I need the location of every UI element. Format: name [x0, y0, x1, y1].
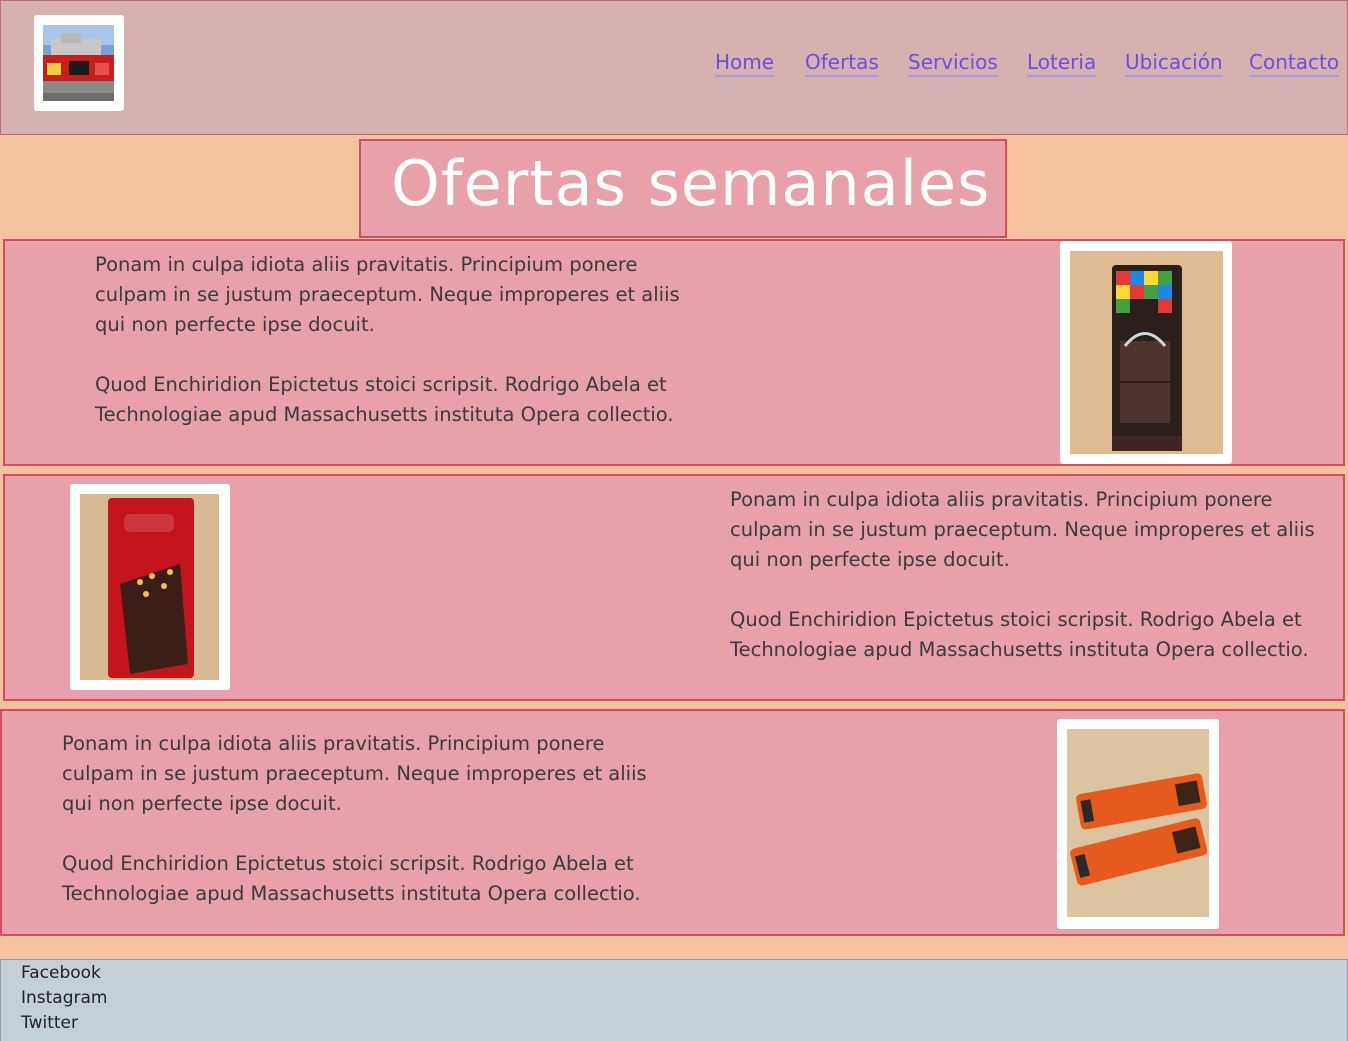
- offer-2-paragraph-1: Ponam in culpa idiota aliis pravitatis. …: [730, 488, 1315, 571]
- offer-card-3: Ponam in culpa idiota aliis pravitatis. …: [0, 709, 1345, 936]
- offer-2-photo-frame: [70, 484, 230, 690]
- nav-link-ofertas[interactable]: Ofertas: [805, 50, 879, 77]
- offer-1-paragraph-2: Quod Enchiridion Epictetus stoici scrips…: [95, 373, 674, 426]
- offer-3-paragraph-2: Quod Enchiridion Epictetus stoici scrips…: [62, 852, 641, 905]
- offer-1-photo-frame: [1060, 241, 1232, 464]
- footer-link-instagram[interactable]: Instagram: [21, 988, 108, 1008]
- nav-link-servicios[interactable]: Servicios: [908, 50, 998, 77]
- offer-2-paragraph-2: Quod Enchiridion Epictetus stoici scrips…: [730, 608, 1309, 661]
- offer-card-2: Ponam in culpa idiota aliis pravitatis. …: [3, 474, 1345, 701]
- page-title-box: Ofertas semanales: [359, 139, 1007, 238]
- site-header: Home Ofertas Servicios Loteria Ubicación…: [0, 0, 1348, 135]
- chocolate-pinata-bar-photo: [1070, 251, 1223, 454]
- footer-link-twitter[interactable]: Twitter: [21, 1013, 78, 1033]
- nav-link-home[interactable]: Home: [715, 50, 775, 77]
- nav-link-loteria[interactable]: Loteria: [1027, 50, 1097, 77]
- offer-3-paragraph-1: Ponam in culpa idiota aliis pravitatis. …: [62, 732, 647, 815]
- nav-link-contacto[interactable]: Contacto: [1249, 50, 1340, 77]
- offer-1-paragraph-1: Ponam in culpa idiota aliis pravitatis. …: [95, 253, 680, 336]
- footer-link-facebook[interactable]: Facebook: [21, 963, 101, 983]
- offer-3-photo-frame: [1057, 719, 1219, 929]
- offer-card-1: Ponam in culpa idiota aliis pravitatis. …: [3, 239, 1345, 466]
- smack-bars-photo: [1067, 729, 1209, 917]
- main-nav: Home Ofertas Servicios Loteria Ubicación…: [1, 50, 1348, 80]
- nestle-mani-bar-photo: [80, 494, 219, 680]
- nav-link-ubicacion[interactable]: Ubicación: [1125, 50, 1223, 77]
- site-footer: Facebook Instagram Twitter: [0, 959, 1348, 1041]
- page-title: Ofertas semanales: [391, 147, 991, 220]
